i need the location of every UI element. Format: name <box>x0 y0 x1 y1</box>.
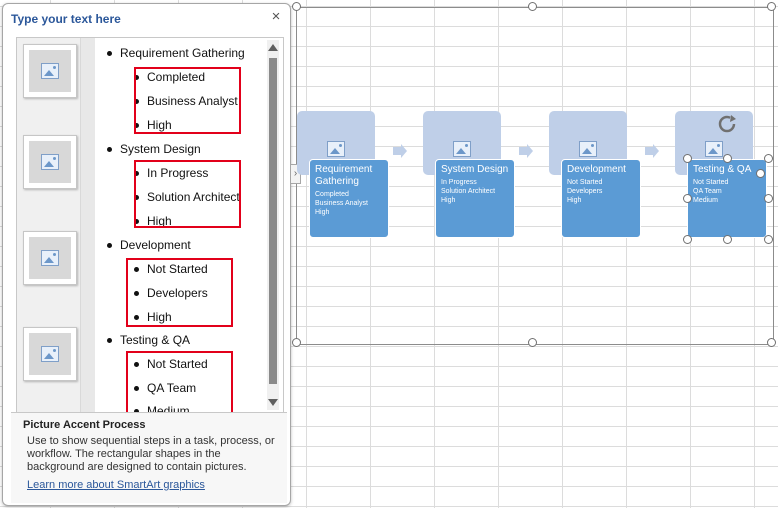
highlight-box <box>134 67 241 134</box>
shape-resize-handle[interactable] <box>764 194 773 203</box>
highlight-box <box>126 258 233 327</box>
scroll-down-icon[interactable] <box>268 399 278 406</box>
shape-resize-handle[interactable] <box>683 154 692 163</box>
resize-handle[interactable] <box>767 338 776 347</box>
scroll-thumb[interactable] <box>269 58 277 384</box>
process-step-box-4[interactable]: Testing & QA Not Started QA Team Medium <box>687 159 767 238</box>
picture-placeholder-icon <box>453 141 471 157</box>
picture-thumbnail-column <box>17 38 81 413</box>
highlight-box <box>126 351 233 413</box>
resize-handle[interactable] <box>528 2 537 11</box>
process-step-box-3[interactable]: Development Not Started Developers High <box>561 159 641 238</box>
resize-handle[interactable] <box>767 2 776 11</box>
picture-placeholder-icon <box>705 141 723 157</box>
pane-title: Type your text here <box>11 12 121 26</box>
pane-scrollbar[interactable] <box>267 40 279 410</box>
resize-handle[interactable] <box>292 2 301 11</box>
scroll-up-icon[interactable] <box>268 44 278 51</box>
step-detail: QA Team <box>693 188 722 195</box>
close-icon[interactable]: × <box>269 9 283 25</box>
resize-handle[interactable] <box>528 338 537 347</box>
shape-resize-handle[interactable] <box>723 154 732 163</box>
list-item[interactable]: Testing & QA <box>106 333 190 347</box>
step-detail: Not Started <box>567 179 603 186</box>
picture-placeholder-icon <box>41 250 59 266</box>
rotate-icon[interactable] <box>717 114 737 134</box>
picture-thumbnail-2[interactable] <box>23 135 77 189</box>
shape-resize-handle[interactable] <box>683 194 692 203</box>
step-title: Testing & QA <box>693 164 752 175</box>
step-detail: High <box>567 197 582 204</box>
step-detail: Solution Architect <box>441 188 496 195</box>
step-detail: Developers <box>567 188 603 195</box>
learn-more-link[interactable]: Learn more about SmartArt graphics <box>27 479 205 491</box>
step-detail: Medium <box>693 197 718 204</box>
picture-placeholder-icon <box>41 154 59 170</box>
pane-gutter <box>81 38 95 413</box>
step-title: Development <box>567 164 626 175</box>
resize-handle[interactable] <box>292 338 301 347</box>
shape-resize-handle[interactable] <box>764 154 773 163</box>
step-title: System Design <box>441 164 509 175</box>
picture-placeholder-icon <box>41 346 59 362</box>
chevron-arrow-icon <box>645 144 659 158</box>
shape-resize-handle[interactable] <box>764 235 773 244</box>
step-detail: High <box>441 197 456 204</box>
pane-body: Requirement Gathering Completed Business… <box>16 37 284 414</box>
process-step-box-1[interactable]: Requirement Gathering Completed Business… <box>309 159 389 238</box>
description-title: Picture Accent Process <box>23 419 146 431</box>
smartart-text-pane: Type your text here × Requirement Gather… <box>2 3 291 506</box>
shape-resize-handle[interactable] <box>683 235 692 244</box>
step-detail: Business Analyst <box>315 200 368 207</box>
step-detail: Not Started <box>693 179 729 186</box>
list-item[interactable]: Development <box>107 238 191 252</box>
layout-description: Picture Accent Process Use to show seque… <box>11 412 287 503</box>
description-text: Use to show sequential steps in a task, … <box>27 435 275 473</box>
highlight-box <box>134 160 241 228</box>
shape-resize-handle[interactable] <box>756 169 765 178</box>
step-detail: Completed <box>315 191 349 198</box>
picture-placeholder-icon <box>579 141 597 157</box>
picture-thumbnail-3[interactable] <box>23 231 77 285</box>
picture-placeholder-icon <box>41 63 59 79</box>
chevron-arrow-icon <box>519 144 533 158</box>
bullet-list[interactable]: Requirement Gathering Completed Business… <box>95 38 265 413</box>
picture-thumbnail-4[interactable] <box>23 327 77 381</box>
list-item[interactable]: Requirement Gathering <box>107 46 245 60</box>
picture-placeholder-icon <box>327 141 345 157</box>
chevron-arrow-icon <box>393 144 407 158</box>
picture-thumbnail-1[interactable] <box>23 44 77 98</box>
process-step-box-2[interactable]: System Design In Progress Solution Archi… <box>435 159 515 238</box>
shape-resize-handle[interactable] <box>723 235 732 244</box>
step-title: Requirement Gathering <box>315 164 373 187</box>
step-detail: In Progress <box>441 179 477 186</box>
list-item[interactable]: System Design <box>107 142 201 156</box>
step-detail: High <box>315 209 330 216</box>
